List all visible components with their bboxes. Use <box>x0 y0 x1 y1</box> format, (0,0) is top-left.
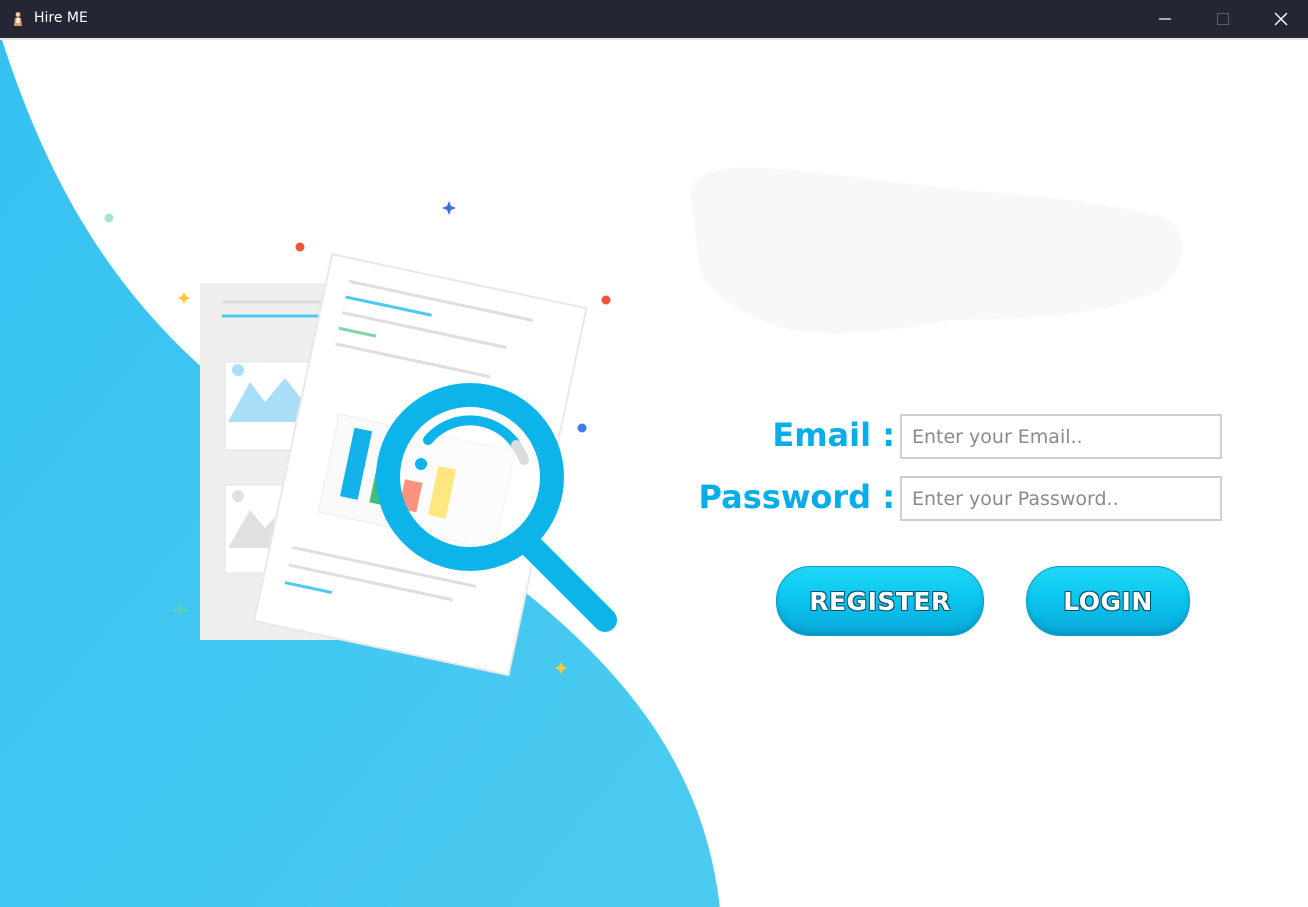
faint-blob <box>690 167 1183 334</box>
password-input[interactable] <box>900 476 1222 521</box>
window-title: Hire ME <box>34 10 88 26</box>
email-label: Email : <box>772 416 895 454</box>
close-button[interactable] <box>1252 0 1308 38</box>
maximize-icon <box>1217 13 1229 25</box>
register-button[interactable]: REGISTER <box>776 566 984 636</box>
close-icon <box>1274 12 1288 26</box>
login-panel: Email : Password : REGISTER LOGIN <box>0 38 1308 907</box>
minimize-button[interactable] <box>1136 0 1194 38</box>
title-bar[interactable]: Hire ME <box>0 0 1308 38</box>
minimize-icon <box>1159 18 1171 20</box>
app-window: Hire ME Email: Enter your Email.. Passw… <box>0 0 1308 907</box>
login-button[interactable]: LOGIN <box>1026 566 1190 636</box>
email-input[interactable] <box>900 414 1222 459</box>
password-label: Password : <box>698 478 895 516</box>
app-icon <box>14 12 22 26</box>
maximize-button[interactable] <box>1194 0 1252 38</box>
background-illustration <box>0 40 1183 907</box>
